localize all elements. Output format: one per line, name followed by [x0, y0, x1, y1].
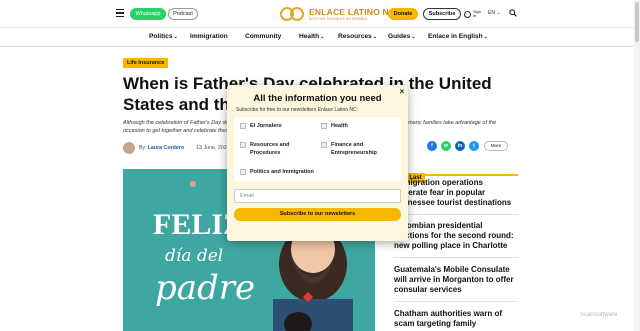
modal-title: All the information you need — [253, 93, 382, 104]
checkbox[interactable] — [240, 123, 246, 129]
option-resources-and-procedures[interactable]: Resources and Procedures — [240, 141, 312, 157]
option-el-jornalero[interactable]: El Jornalero — [240, 122, 312, 130]
checkbox[interactable] — [321, 142, 327, 148]
newsletter-options: El Jornalero Health Resources and Proced… — [234, 117, 401, 181]
newsletter-modal: × All the information you need Subscribe… — [227, 85, 408, 241]
option-finance-and-entrepreneurship[interactable]: Finance and Entrepreneurship — [321, 141, 397, 157]
option-health[interactable]: Health — [321, 122, 397, 130]
modal-subtitle: Subscribe for free to our newsletters En… — [236, 107, 359, 113]
checkbox[interactable] — [240, 169, 246, 175]
checkbox[interactable] — [240, 142, 246, 148]
modal-overlay: × All the information you need Subscribe… — [0, 0, 640, 331]
subscribe-newsletters-button[interactable]: Subscribe to our newsletters — [234, 208, 401, 221]
option-politics-and-immigration[interactable]: Politics and Immigration — [240, 168, 360, 176]
email-field[interactable] — [234, 189, 401, 203]
checkbox[interactable] — [321, 123, 327, 129]
